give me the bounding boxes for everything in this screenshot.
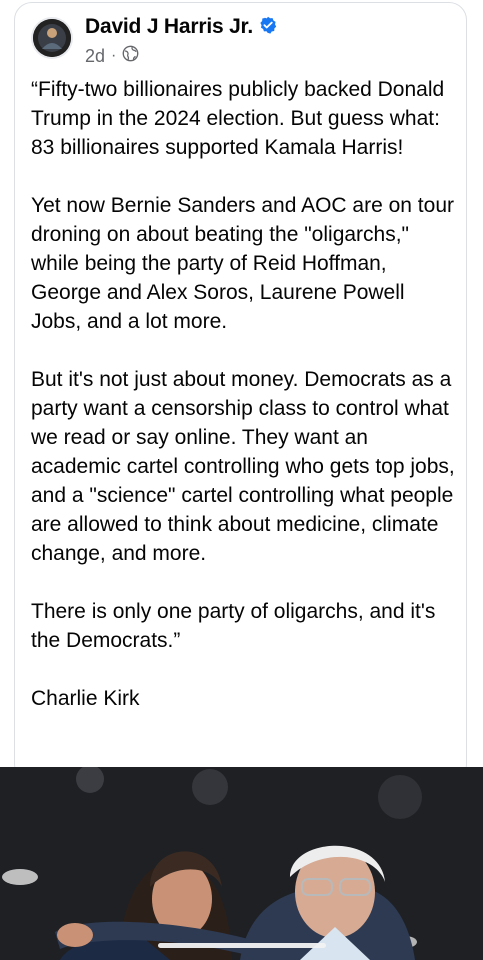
- verified-badge-icon: [253, 16, 277, 39]
- post-meta: 2d ·: [85, 45, 139, 67]
- author-avatar[interactable]: [33, 19, 71, 57]
- author-name[interactable]: David J Harris Jr.: [85, 15, 253, 39]
- post-paragraph: But it's not just about money. Democrats…: [31, 368, 455, 565]
- post-paragraph: Yet now Bernie Sanders and AOC are on to…: [31, 194, 454, 333]
- meta-separator: ·: [111, 47, 117, 64]
- post-signature: Charlie Kirk: [31, 687, 140, 710]
- post-paragraph: “Fifty-two billionaires publicly backed …: [31, 78, 445, 159]
- post-paragraph: There is only one party of oligarchs, an…: [31, 600, 436, 652]
- post-body: “Fifty-two billionaires publicly backed …: [31, 75, 459, 713]
- post-header: David J Harris Jr. 2d ·: [33, 15, 453, 71]
- globe-icon: [122, 45, 139, 67]
- post-photo[interactable]: [0, 767, 483, 960]
- home-indicator[interactable]: [158, 943, 326, 948]
- post-timestamp[interactable]: 2d: [85, 46, 105, 67]
- post-card: David J Harris Jr. 2d · “Fifty-two billi…: [14, 2, 467, 782]
